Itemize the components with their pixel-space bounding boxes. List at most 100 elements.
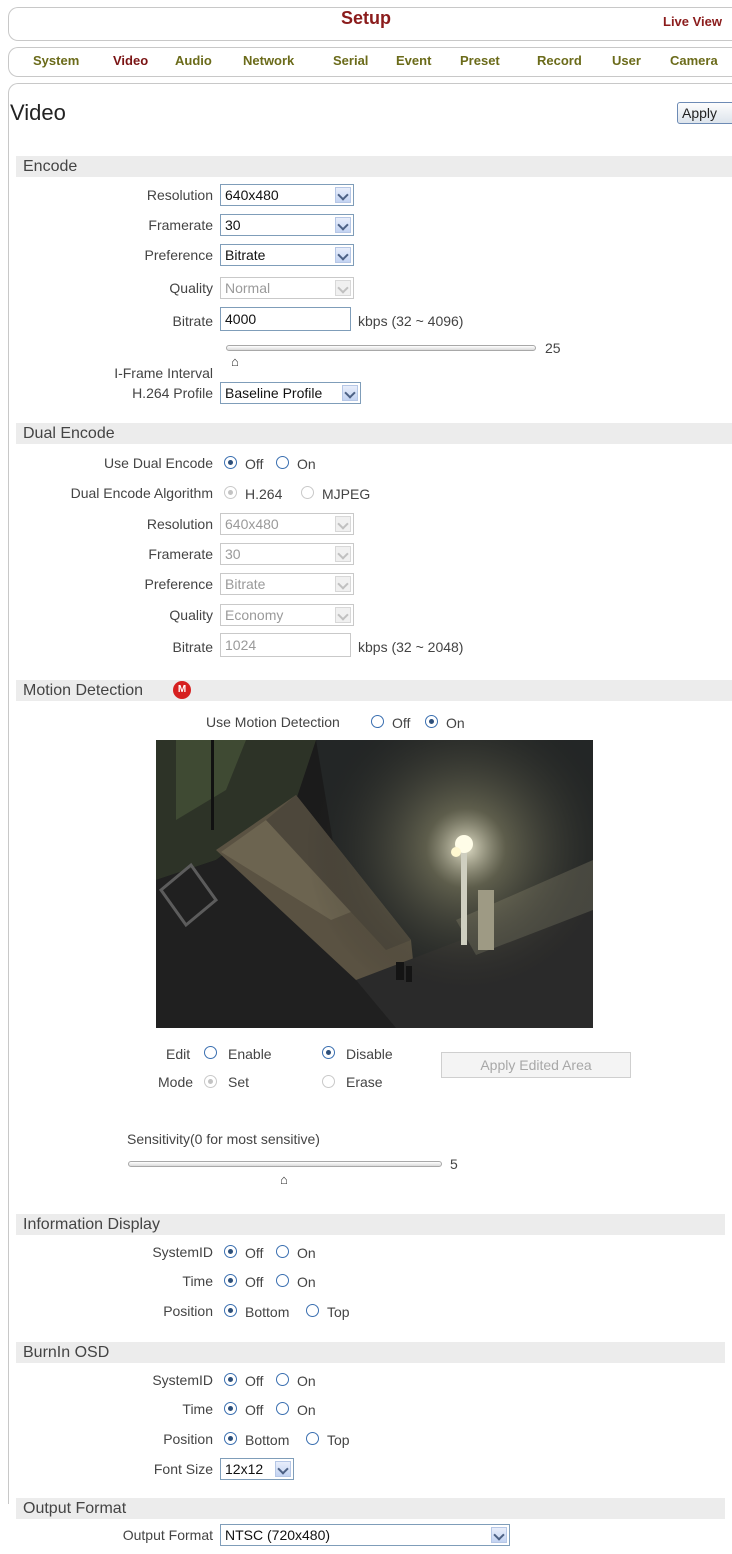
info-time-on-label: On [297, 1274, 316, 1290]
select-value: 30 [225, 217, 241, 233]
info-position-bottom-radio[interactable] [224, 1304, 237, 1317]
tab-event[interactable]: Event [396, 53, 431, 68]
dual-quality-select[interactable]: Economy [220, 604, 354, 626]
alg-h264-label: H.264 [245, 486, 283, 502]
encode-preference-select[interactable]: Bitrate [220, 244, 354, 266]
select-value: 640x480 [225, 516, 279, 532]
select-value: Bitrate [225, 576, 266, 592]
burnin-time-off-radio[interactable] [224, 1402, 237, 1415]
burnin-position-top-radio[interactable] [306, 1432, 319, 1445]
output-format-select[interactable]: NTSC (720x480) [220, 1524, 510, 1546]
motion-on-radio[interactable] [425, 715, 438, 728]
encode-framerate-select[interactable]: 30 [220, 214, 354, 236]
info-time-off-radio[interactable] [224, 1274, 237, 1287]
encode-bitrate-input[interactable]: 4000 [220, 307, 351, 331]
select-value: Normal [225, 280, 271, 296]
motion-off-radio[interactable] [371, 715, 384, 728]
motion-alert-icon: M [173, 681, 191, 699]
chevron-down-icon [335, 576, 351, 592]
iframe-interval-slider[interactable] [226, 345, 536, 351]
encode-quality-select[interactable]: Normal [220, 277, 354, 299]
motion-off-label: Off [392, 715, 411, 731]
burnin-fontsize-label: Font Size [153, 1461, 213, 1477]
burnin-systemid-off-radio[interactable] [224, 1373, 237, 1386]
burnin-position-bottom-radio[interactable] [224, 1432, 237, 1445]
edit-disable-label: Disable [346, 1046, 393, 1062]
burnin-position-label: Position [163, 1431, 213, 1447]
alg-mjpeg-label: MJPEG [322, 486, 371, 502]
mode-erase-label: Erase [346, 1074, 383, 1090]
mode-set-label: Set [228, 1074, 250, 1090]
chevron-down-icon [335, 187, 351, 203]
dual-framerate-select[interactable]: 30 [220, 543, 354, 565]
encode-quality-label: Quality [169, 280, 213, 296]
mode-label: Mode [158, 1074, 194, 1090]
tab-video[interactable]: Video [113, 53, 148, 68]
dual-bitrate-range: kbps (32 ~ 2048) [358, 639, 464, 655]
slider-thumb-icon[interactable]: ⌂ [280, 1172, 288, 1187]
info-position-bottom-label: Bottom [245, 1304, 290, 1320]
select-value: 640x480 [225, 187, 279, 203]
iframe-interval-value: 25 [545, 340, 561, 356]
mode-erase-radio[interactable] [322, 1075, 335, 1088]
chevron-down-icon [335, 217, 351, 233]
edit-enable-label: Enable [228, 1046, 272, 1062]
section-encode: Encode [16, 156, 732, 177]
info-systemid-off-label: Off [245, 1245, 264, 1261]
tab-system[interactable]: System [33, 53, 79, 68]
info-systemid-off-radio[interactable] [224, 1245, 237, 1258]
dual-resolution-label: Resolution [146, 516, 213, 532]
dual-preference-select[interactable]: Bitrate [220, 573, 354, 595]
edit-disable-radio[interactable] [322, 1046, 335, 1059]
burnin-fontsize-select[interactable]: 12x12 [220, 1458, 294, 1480]
tab-preset[interactable]: Preset [460, 53, 500, 68]
tab-user[interactable]: User [612, 53, 641, 68]
tab-record[interactable]: Record [537, 53, 582, 68]
h264-profile-select[interactable]: Baseline Profile [220, 382, 361, 404]
encode-resolution-select[interactable]: 640x480 [220, 184, 354, 206]
burnin-time-on-label: On [297, 1402, 316, 1418]
select-value: NTSC (720x480) [225, 1527, 331, 1543]
burnin-systemid-on-radio[interactable] [276, 1373, 289, 1386]
tab-network[interactable]: Network [243, 53, 294, 68]
dual-encode-off-label: Off [245, 456, 264, 472]
mode-set-radio[interactable] [204, 1075, 217, 1088]
burnin-systemid-label: SystemID [152, 1372, 213, 1388]
camera-preview-image[interactable] [156, 740, 593, 1028]
tab-audio[interactable]: Audio [175, 53, 212, 68]
chevron-down-icon [335, 247, 351, 263]
select-value: 12x12 [225, 1461, 264, 1477]
page-header-title: Setup [340, 8, 391, 28]
dual-resolution-select[interactable]: 640x480 [220, 513, 354, 535]
slider-thumb-icon[interactable]: ⌂ [231, 354, 239, 369]
dual-bitrate-label: Bitrate [172, 639, 213, 655]
dual-encode-on-radio[interactable] [276, 456, 289, 469]
burnin-time-on-radio[interactable] [276, 1402, 289, 1415]
encode-bitrate-range: kbps (32 ~ 4096) [358, 313, 464, 329]
tab-serial[interactable]: Serial [333, 53, 368, 68]
section-burnin-osd: BurnIn OSD [16, 1342, 725, 1363]
chevron-down-icon [491, 1527, 507, 1543]
tab-camera[interactable]: Camera [670, 53, 718, 68]
apply-button[interactable]: Apply [677, 102, 732, 124]
dual-bitrate-input[interactable]: 1024 [220, 633, 351, 657]
apply-edited-area-button[interactable]: Apply Edited Area [441, 1052, 631, 1078]
info-systemid-label: SystemID [152, 1244, 213, 1260]
chevron-down-icon [335, 607, 351, 623]
sensitivity-slider[interactable] [128, 1161, 442, 1167]
live-view-link[interactable]: Live View [663, 14, 722, 29]
burnin-position-bottom-label: Bottom [245, 1432, 290, 1448]
alg-mjpeg-radio[interactable] [301, 486, 314, 499]
alg-h264-radio[interactable] [224, 486, 237, 499]
chevron-down-icon [335, 546, 351, 562]
dual-encode-off-radio[interactable] [224, 456, 237, 469]
info-systemid-on-radio[interactable] [276, 1245, 289, 1258]
edit-enable-radio[interactable] [204, 1046, 217, 1059]
section-dual-encode: Dual Encode [16, 423, 732, 444]
info-time-on-radio[interactable] [276, 1274, 289, 1287]
chevron-down-icon [335, 280, 351, 296]
info-position-top-radio[interactable] [306, 1304, 319, 1317]
section-output-format: Output Format [16, 1498, 725, 1519]
burnin-systemid-on-label: On [297, 1373, 316, 1389]
select-value: Baseline Profile [225, 385, 323, 401]
